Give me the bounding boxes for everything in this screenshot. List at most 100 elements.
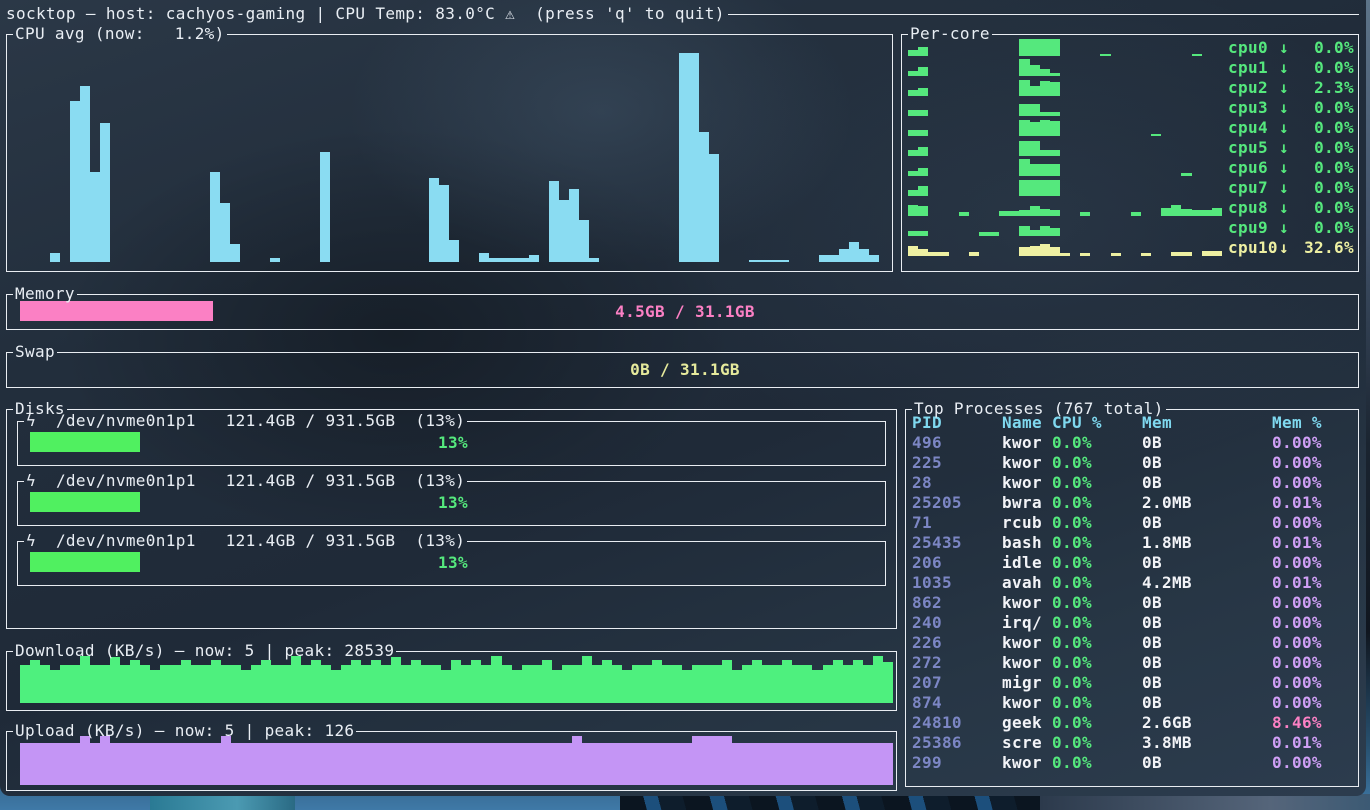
bar — [759, 260, 769, 262]
down-arrow-icon: ↓ — [1279, 58, 1293, 77]
bar — [863, 665, 873, 703]
bar — [461, 665, 471, 703]
process-mem-pct: 0.01% — [1272, 573, 1352, 592]
bar — [732, 743, 742, 785]
swap-gauge-label: 0B / 31.1GB — [20, 359, 1350, 379]
core-label: cpu2↓2.3% — [1228, 78, 1354, 97]
core-label: cpu5↓0.0% — [1228, 138, 1354, 157]
bar — [241, 743, 251, 785]
bar — [100, 123, 110, 262]
core-sparkline — [908, 179, 1222, 196]
process-row: 226 kwor 0.0% 0B 0.00% — [912, 632, 1352, 652]
bar — [1181, 252, 1191, 255]
bar — [489, 258, 499, 262]
disks-panel-border: Disks — [6, 399, 897, 417]
bar — [1151, 134, 1161, 136]
disk-item: ϟ /dev/nvme0n1p1 121.4GB / 931.5GB (13%)… — [17, 471, 886, 526]
bar — [341, 665, 351, 703]
core-label: cpu6↓0.0% — [1228, 158, 1354, 177]
bar — [592, 743, 602, 785]
down-arrow-icon: ↓ — [1279, 138, 1293, 157]
bar — [833, 743, 843, 785]
bar — [449, 240, 459, 262]
bar — [819, 255, 829, 262]
bar — [1050, 247, 1060, 256]
process-mem: 1.8MB — [1142, 533, 1272, 552]
bar — [969, 252, 979, 255]
process-mem-pct: 0.00% — [1272, 693, 1352, 712]
bar — [908, 71, 918, 75]
bar — [843, 743, 853, 785]
bar — [221, 665, 231, 703]
bar — [110, 743, 120, 785]
bar — [772, 743, 782, 785]
core-usage-value: 0.0% — [1293, 218, 1354, 237]
bar — [271, 743, 281, 785]
core-label: cpu3↓0.0% — [1228, 98, 1354, 117]
bar — [779, 260, 789, 262]
bar — [1080, 212, 1090, 215]
bar — [749, 260, 759, 262]
process-mem-pct: 0.00% — [1272, 613, 1352, 632]
process-pid: 862 — [912, 593, 1002, 612]
bar — [823, 743, 833, 785]
bar — [622, 743, 632, 785]
bar — [712, 736, 722, 785]
bar — [391, 657, 401, 703]
bar — [702, 665, 712, 703]
bar — [411, 660, 421, 703]
process-pid: 25205 — [912, 493, 1002, 512]
process-mem-pct: 0.00% — [1272, 653, 1352, 672]
down-arrow-icon: ↓ — [1279, 218, 1293, 237]
bar — [569, 189, 579, 262]
bar — [762, 665, 772, 703]
top-row: CPU avg (now: 1.2%) Per-core cpu0↓0.0% — [6, 24, 1359, 272]
bar — [712, 665, 722, 703]
core-label: cpu8↓0.0% — [1228, 198, 1354, 217]
processes-panel-border: Top Processes (767 total) — [905, 399, 1359, 417]
core-name: cpu10 — [1228, 238, 1279, 257]
bar — [762, 743, 772, 785]
bar — [1050, 121, 1060, 135]
per-core-panel: Per-core cpu0↓0.0% cpu1↓0.0% cpu2↓2.3% — [901, 24, 1359, 272]
process-name: scre — [1002, 733, 1052, 752]
bar — [662, 743, 672, 785]
process-pid: 272 — [912, 653, 1002, 672]
bar — [1202, 210, 1212, 215]
bar — [772, 665, 782, 703]
bar — [1019, 80, 1029, 95]
bar — [1019, 226, 1029, 235]
bar — [80, 86, 90, 262]
bar — [918, 147, 928, 156]
bar — [331, 743, 341, 785]
process-cpu: 0.0% — [1052, 613, 1142, 632]
disk-gauge: 13% — [30, 552, 876, 572]
bar — [542, 660, 552, 703]
core-row: cpu5↓0.0% — [908, 137, 1354, 157]
process-mem: 0B — [1142, 633, 1272, 652]
terminal-window[interactable]: socktop — host: cachyos-gaming | CPU Tem… — [0, 0, 1366, 796]
bar — [1009, 211, 1019, 215]
disk-gauge-label: 13% — [30, 432, 876, 452]
cpu-avg-history-chart — [20, 42, 888, 262]
memory-gauge-label: 4.5GB / 31.1GB — [20, 301, 1350, 321]
bar — [512, 670, 522, 703]
bar — [908, 205, 918, 215]
core-row: cpu2↓2.3% — [908, 77, 1354, 97]
core-row: cpu3↓0.0% — [908, 97, 1354, 117]
core-sparkline — [908, 99, 1222, 116]
process-cpu: 0.0% — [1052, 713, 1142, 732]
down-arrow-icon: ↓ — [1279, 158, 1293, 177]
process-row: 272 kwor 0.0% 0B 0.00% — [912, 652, 1352, 672]
process-mem-pct: 0.01% — [1272, 533, 1352, 552]
bar — [1060, 253, 1070, 256]
upload-panel-border: Upload (KB/s) — now: 5 | peak: 126 — [6, 721, 897, 739]
disk-gauge-label: 13% — [30, 492, 876, 512]
process-mem-pct: 0.00% — [1272, 513, 1352, 532]
process-pid: 25386 — [912, 733, 1002, 752]
titlebar-text: socktop — host: cachyos-gaming | CPU Tem… — [6, 4, 725, 23]
bar — [491, 743, 501, 785]
core-name: cpu5 — [1228, 138, 1279, 157]
process-row: 28 kwor 0.0% 0B 0.00% — [912, 472, 1352, 492]
core-sparkline — [908, 119, 1222, 136]
